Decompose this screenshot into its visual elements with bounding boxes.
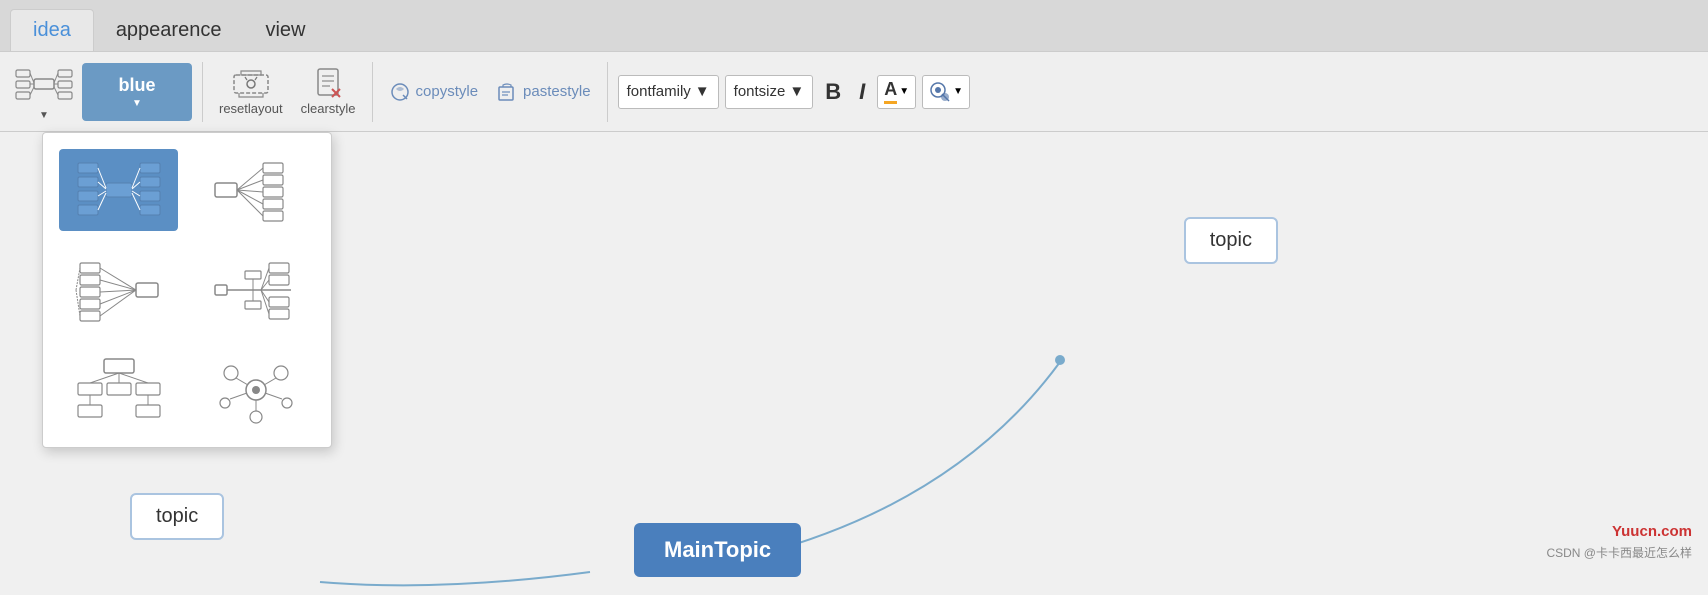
map-style-button[interactable]: ▼ [12, 60, 76, 123]
layout-center-icon [74, 155, 164, 225]
pastestyle-icon [496, 81, 518, 103]
topic-right-node[interactable]: topic [1184, 217, 1278, 264]
color-button-label: blue [118, 75, 155, 96]
clearstyle-label: clearstyle [301, 101, 356, 116]
layout-bubble-icon [211, 355, 301, 425]
bold-button[interactable]: B [819, 77, 847, 107]
pastestyle-button[interactable]: pastestyle [490, 77, 597, 107]
topic-left-node[interactable]: topic [130, 493, 224, 540]
layout-fishbone-icon [211, 255, 301, 325]
copystyle-label: copystyle [416, 83, 479, 100]
layout-option-bubble[interactable] [196, 349, 315, 431]
clearstyle-button[interactable]: clearstyle [295, 63, 362, 120]
map-style-arrow: ▼ [39, 110, 49, 121]
layout-org-tree-icon [74, 355, 164, 425]
fontfamily-arrow: ▼ [695, 83, 710, 100]
divider-3 [607, 62, 608, 122]
fontsize-arrow: ▼ [789, 83, 804, 100]
layout-option-left-tree[interactable] [59, 249, 178, 331]
fontfamily-select[interactable]: fontfamily ▼ [618, 75, 719, 109]
tab-idea[interactable]: idea [10, 9, 94, 51]
fontsize-label: fontsize [734, 83, 786, 100]
text-color-arrow: ▼ [899, 86, 909, 97]
clearstyle-icon [310, 67, 346, 99]
tab-view[interactable]: view [243, 9, 327, 51]
map-style-icon [14, 62, 74, 108]
layout-option-fishbone[interactable] [196, 249, 315, 331]
map-style-section: ▼ [12, 60, 76, 123]
watermark-line2: CSDN @卡卡西最近怎么样 [1546, 544, 1692, 563]
fontsize-select[interactable]: fontsize ▼ [725, 75, 814, 109]
topic-right-label: topic [1210, 229, 1252, 251]
bg-color-button[interactable]: ▼ [922, 75, 970, 109]
toolbar: ▼ blue ▼ resetlayout clearstyle [0, 52, 1708, 132]
copystyle-button[interactable]: copystyle [383, 77, 485, 107]
divider-1 [202, 62, 203, 122]
bg-color-icon [929, 81, 951, 103]
italic-button[interactable]: I [853, 77, 871, 107]
resetlayout-button[interactable]: resetlayout [213, 63, 289, 120]
layout-left-tree-icon [74, 255, 164, 325]
copystyle-icon [389, 81, 411, 103]
color-button-arrow: ▼ [132, 98, 142, 109]
bold-label: B [825, 79, 841, 104]
layout-option-center[interactable] [59, 149, 178, 231]
layout-dropdown-panel [42, 132, 332, 448]
bg-color-arrow: ▼ [953, 86, 963, 97]
text-color-button[interactable]: A ▼ [877, 75, 916, 109]
resetlayout-icon [233, 67, 269, 99]
text-color-label: A [884, 79, 897, 104]
tab-appearence[interactable]: appearence [94, 9, 244, 51]
fontfamily-label: fontfamily [627, 83, 691, 100]
layout-option-right-tree[interactable] [196, 149, 315, 231]
italic-label: I [859, 79, 865, 104]
layout-option-org-tree[interactable] [59, 349, 178, 431]
resetlayout-label: resetlayout [219, 101, 283, 116]
topic-left-label: topic [156, 505, 198, 527]
watermark: Yuucn.com CSDN @卡卡西最近怎么样 [1546, 520, 1692, 563]
main-topic-label: MainTopic [664, 537, 771, 562]
layout-right-tree-icon [211, 155, 301, 225]
pastestyle-label: pastestyle [523, 83, 591, 100]
watermark-line1: Yuucn.com [1546, 520, 1692, 544]
divider-2 [372, 62, 373, 122]
main-topic-node[interactable]: MainTopic [634, 523, 801, 577]
color-button[interactable]: blue ▼ [82, 63, 192, 121]
tab-bar: idea appearence view [0, 0, 1708, 52]
